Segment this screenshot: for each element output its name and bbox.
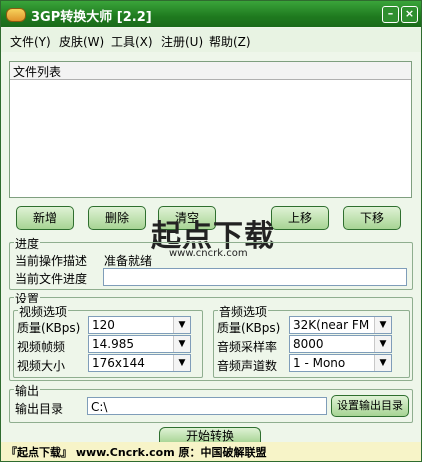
app-window: 3GP转换大师 [2.2] – × 文件(Y) 皮肤(W) 工具(X) 注册(U… [0,0,422,462]
close-button[interactable]: × [401,6,418,23]
delete-button[interactable]: 删除 [88,206,146,230]
video-size-select[interactable]: 176x144 ▼ [88,354,191,372]
menu-skin[interactable]: 皮肤(W) [59,33,104,50]
chevron-down-icon[interactable]: ▼ [173,317,190,333]
minimize-button[interactable]: – [382,6,399,23]
chevron-down-icon[interactable]: ▼ [374,336,391,352]
menu-bar: 文件(Y) 皮肤(W) 工具(X) 注册(U) 帮助(Z) [1,28,421,52]
progress-group: 进度 当前操作描述 准备就绪 当前文件进度 [9,235,413,290]
audio-quality-value: 32K(near FM radio) [293,318,377,332]
video-fps-value: 14.985 [92,337,134,351]
chevron-down-icon[interactable]: ▼ [173,336,190,352]
file-progress-bar [103,268,407,286]
window-title: 3GP转换大师 [2.2] [31,10,152,25]
file-list-header-label: 文件列表 [13,65,62,79]
add-button[interactable]: 新增 [16,206,74,230]
output-dir-input[interactable]: C:\ [87,397,327,415]
video-quality-select[interactable]: 120 ▼ [88,316,191,334]
menu-register[interactable]: 注册(U) [161,33,203,50]
audio-options-group: 音频选项 质量(KBps) 32K(near FM radio) ▼ 音频采样率… [213,303,410,378]
output-title: 输出 [14,382,41,399]
audio-options-title: 音频选项 [218,303,269,320]
audio-quality-select[interactable]: 32K(near FM radio) ▼ [289,316,392,334]
video-size-label: 视频大小 [17,359,66,373]
audio-rate-label: 音频采样率 [217,340,278,354]
audio-channels-value: 1 - Mono [293,356,346,370]
audio-quality-label: 质量(KBps) [217,321,281,335]
menu-file[interactable]: 文件(Y) [10,33,51,50]
app-icon [6,8,26,22]
set-output-dir-button[interactable]: 设置输出目录 [331,395,409,417]
start-convert-button[interactable]: 开始转换 [159,427,261,443]
chevron-down-icon[interactable]: ▼ [374,317,391,333]
move-down-button[interactable]: 下移 [343,206,401,230]
video-quality-value: 120 [92,318,115,332]
file-progress-label: 当前文件进度 [15,272,88,286]
footer-bar: 『起点下载』 www.Cncrk.com 原：中国破解联盟 [1,442,421,461]
chevron-down-icon[interactable]: ▼ [173,355,190,371]
progress-title: 进度 [14,235,41,252]
output-dir-label: 输出目录 [15,402,64,416]
chevron-down-icon[interactable]: ▼ [374,355,391,371]
video-fps-label: 视频帧频 [17,340,66,354]
menu-tools[interactable]: 工具(X) [111,33,153,50]
current-action-value: 准备就绪 [104,254,153,268]
audio-channels-label: 音频声道数 [217,359,278,373]
file-list[interactable]: 文件列表 [9,61,412,198]
menu-help[interactable]: 帮助(Z) [209,33,251,50]
output-group: 输出 输出目录 C:\ 设置输出目录 [9,382,413,423]
video-quality-label: 质量(KBps) [17,321,81,335]
video-size-value: 176x144 [92,356,145,370]
current-action-label: 当前操作描述 [15,254,88,268]
move-up-button[interactable]: 上移 [271,206,329,230]
audio-rate-value: 8000 [293,337,324,351]
file-list-header[interactable]: 文件列表 [10,62,411,80]
footer-text: 『起点下载』 www.Cncrk.com 原：中国破解联盟 [6,446,267,459]
video-options-group: 视频选项 质量(KBps) 120 ▼ 视频帧频 14.985 ▼ 视频大小 1… [13,303,203,378]
video-options-title: 视频选项 [18,303,69,320]
title-bar: 3GP转换大师 [2.2] – × [1,1,421,27]
audio-channels-select[interactable]: 1 - Mono ▼ [289,354,392,372]
video-fps-select[interactable]: 14.985 ▼ [88,335,191,353]
audio-rate-select[interactable]: 8000 ▼ [289,335,392,353]
settings-group: 设置 视频选项 质量(KBps) 120 ▼ 视频帧频 14.985 ▼ 视频大… [9,290,413,381]
